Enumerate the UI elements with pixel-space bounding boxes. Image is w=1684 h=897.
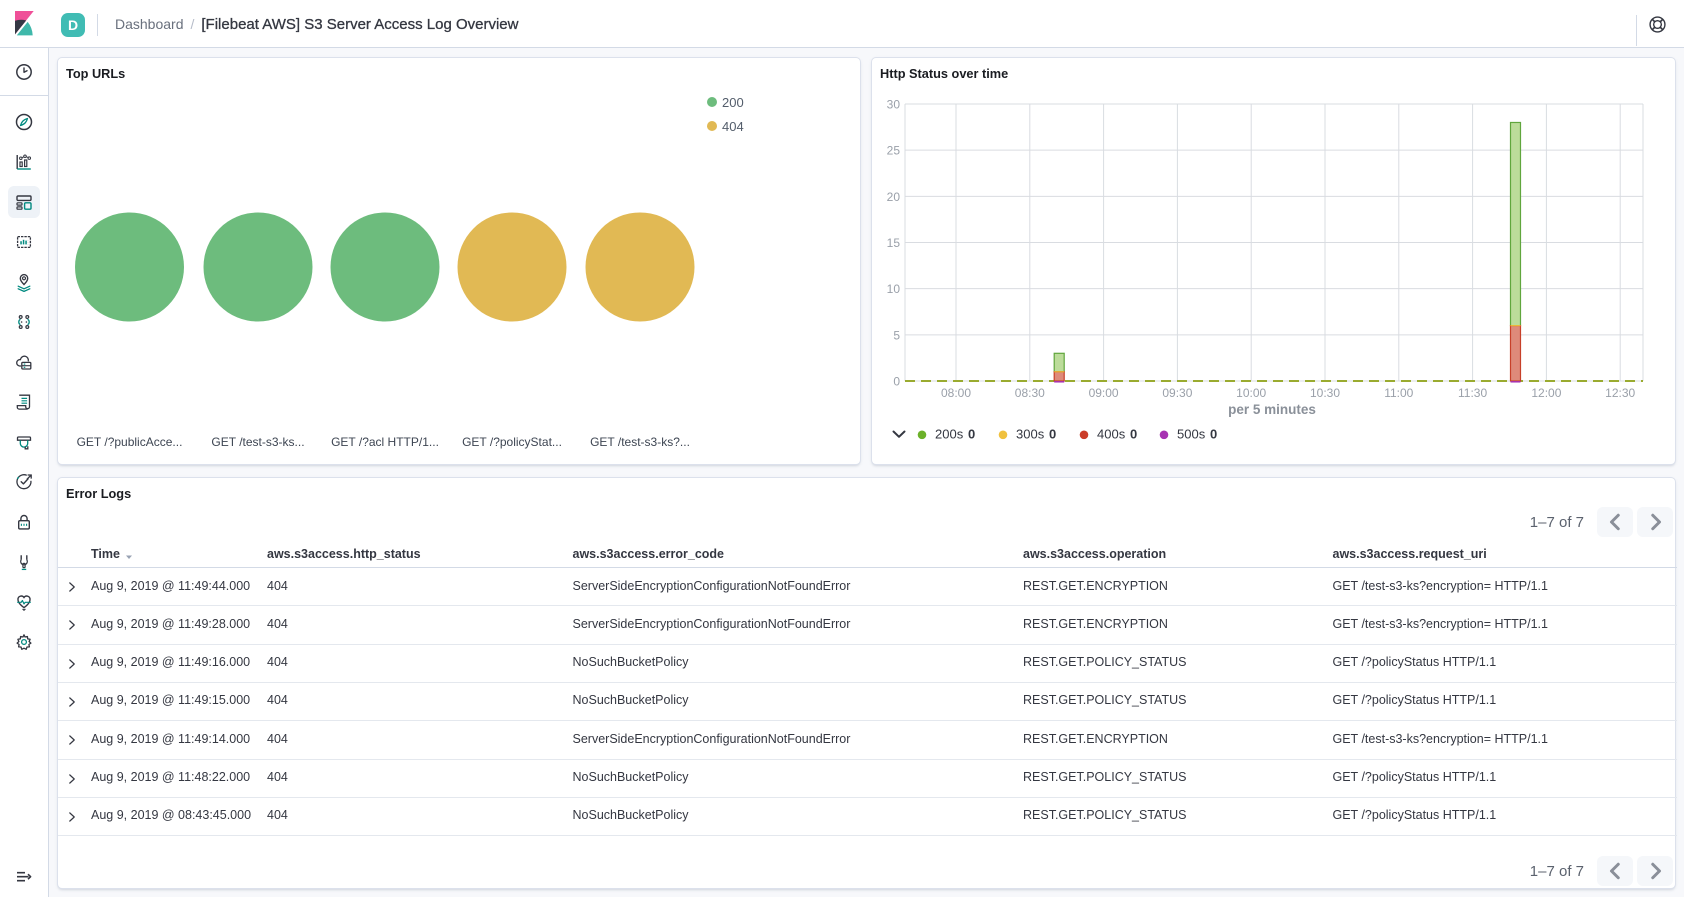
svg-text:11:00: 11:00: [1384, 386, 1413, 400]
svg-text:10: 10: [887, 282, 901, 296]
svg-text:per 5 minutes: per 5 minutes: [1228, 402, 1316, 417]
svg-text:08:00: 08:00: [941, 386, 971, 400]
svg-text:20: 20: [887, 190, 901, 204]
svg-text:500s: 500s: [1177, 427, 1206, 442]
svg-text:300s: 300s: [1016, 427, 1045, 442]
svg-text:12:00: 12:00: [1531, 386, 1561, 400]
svg-text:15: 15: [887, 236, 901, 250]
svg-text:09:30: 09:30: [1162, 386, 1192, 400]
svg-text:0: 0: [1049, 427, 1056, 442]
svg-text:0: 0: [893, 375, 900, 389]
svg-text:08:30: 08:30: [1015, 386, 1045, 400]
svg-text:09:00: 09:00: [1089, 386, 1119, 400]
svg-text:30: 30: [887, 98, 901, 112]
svg-text:10:30: 10:30: [1310, 386, 1340, 400]
svg-text:5: 5: [893, 328, 900, 342]
svg-text:400s: 400s: [1097, 427, 1126, 442]
svg-text:11:30: 11:30: [1458, 386, 1487, 400]
svg-text:0: 0: [968, 427, 975, 442]
svg-text:0: 0: [1210, 427, 1217, 442]
svg-text:0: 0: [1130, 427, 1137, 442]
svg-text:25: 25: [887, 144, 901, 158]
svg-text:12:30: 12:30: [1605, 386, 1635, 400]
svg-text:10:00: 10:00: [1236, 386, 1266, 400]
svg-text:200s: 200s: [935, 427, 964, 442]
